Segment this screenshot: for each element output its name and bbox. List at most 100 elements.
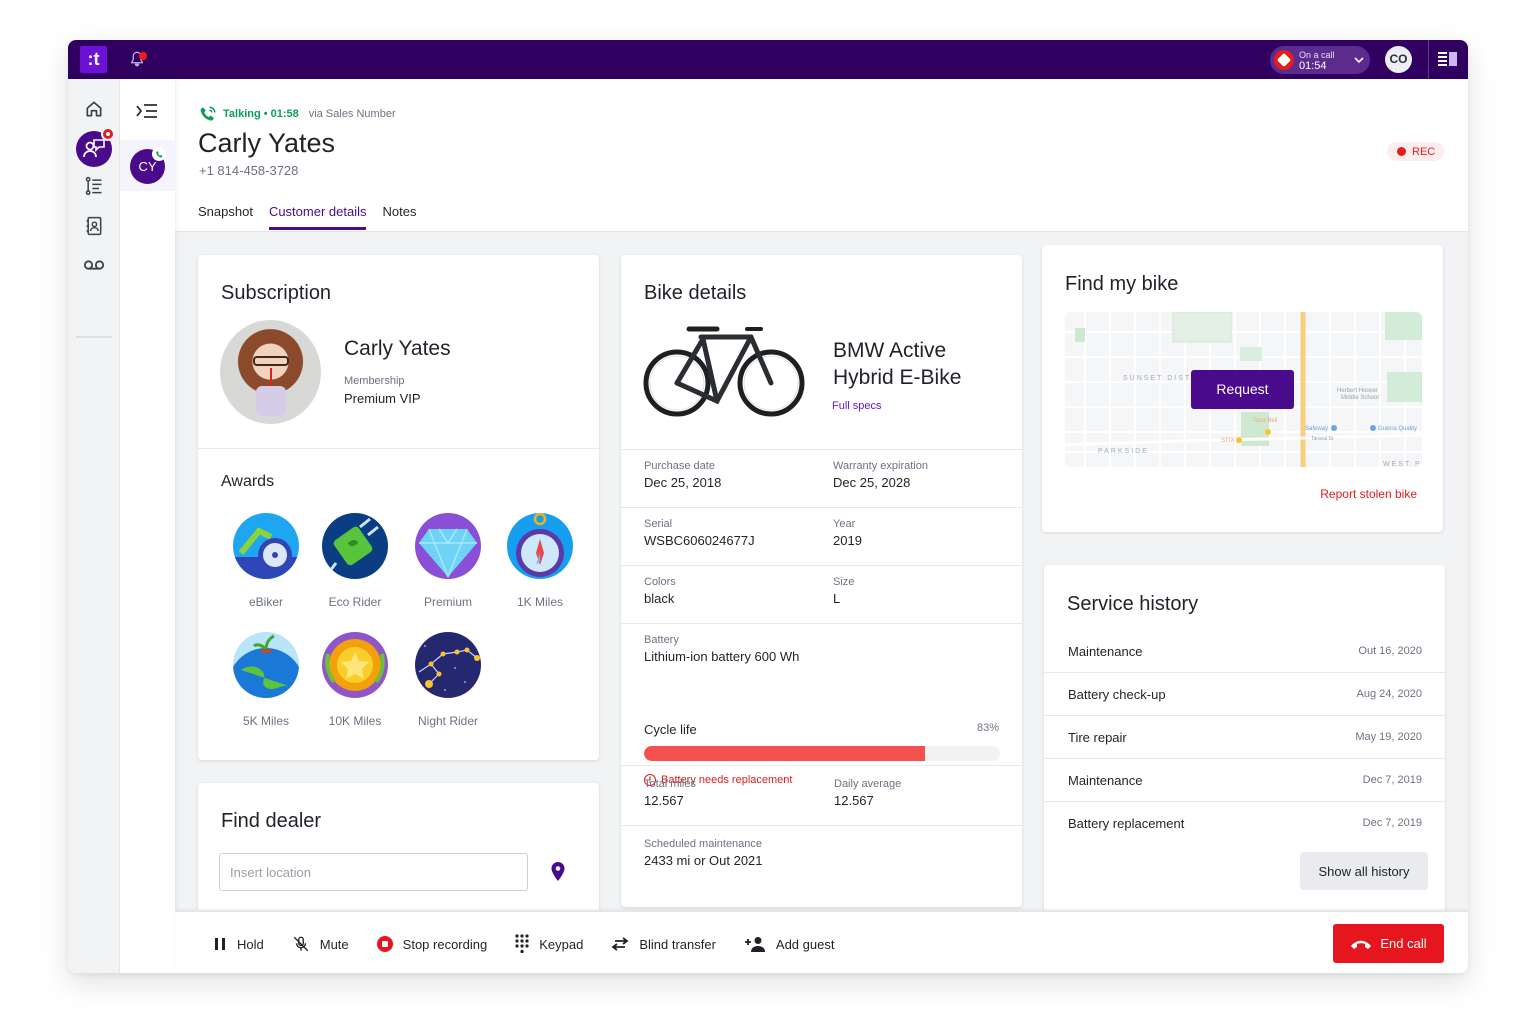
- collapse-menu-icon[interactable]: [136, 103, 158, 119]
- nav-home[interactable]: [82, 97, 106, 121]
- app-window: :t On a call 01:54 CO CY Talking • 01:58…: [68, 40, 1468, 973]
- keypad-label: Keypad: [539, 936, 584, 952]
- award-night-rider[interactable]: Night Rider: [403, 632, 493, 728]
- total-miles-field: Total miles 12.567: [644, 778, 696, 808]
- bike-model-name: BMW Active Hybrid E-Bike: [833, 339, 962, 389]
- phone-in-call-icon: [200, 106, 216, 121]
- location-input[interactable]: [219, 853, 528, 891]
- award-label: 1K Miles: [516, 595, 563, 609]
- request-location-button[interactable]: Request: [1191, 370, 1294, 409]
- service-name: Tire repair: [1068, 730, 1127, 745]
- bike-row-miles: Total miles 12.567 Daily average 12.567: [621, 765, 1022, 825]
- field-label: Battery: [644, 634, 679, 646]
- field-label: Total miles: [644, 778, 696, 790]
- service-history-title: Service history: [1067, 593, 1199, 615]
- show-all-history-button[interactable]: Show all history: [1300, 852, 1428, 890]
- tab-notes[interactable]: Notes: [382, 204, 416, 230]
- on-call-timer: 01:54: [1299, 60, 1327, 72]
- app-logo[interactable]: :t: [80, 46, 107, 73]
- bike-location-map[interactable]: SUNSET DISTR PARKSIDE WEST P Herbert Hoo…: [1065, 312, 1422, 467]
- service-history-row[interactable]: Battery check-up Aug 24, 2020: [1044, 673, 1445, 716]
- service-name: Battery replacement: [1068, 816, 1185, 831]
- tab-bar: Snapshot Customer details Notes: [198, 204, 416, 230]
- field-label: Serial: [644, 518, 673, 530]
- field-value: black: [644, 591, 675, 606]
- svg-text:PARKSIDE: PARKSIDE: [1098, 448, 1149, 455]
- award-label: 5K Miles: [242, 714, 289, 728]
- home-icon: [86, 101, 102, 117]
- subscription-card: Subscription Carly Yates Membership Prem…: [198, 255, 599, 760]
- blind-transfer-button[interactable]: Blind transfer: [611, 934, 716, 954]
- report-stolen-bike-link[interactable]: Report stolen bike: [1320, 487, 1417, 501]
- award-1k-miles[interactable]: 1K Miles: [495, 513, 585, 609]
- end-call-button[interactable]: End call: [1333, 924, 1444, 963]
- service-name: Maintenance: [1068, 644, 1143, 659]
- award-10k-miles[interactable]: 10K Miles: [310, 632, 400, 728]
- subscription-title: Subscription: [221, 282, 332, 304]
- service-date: Dec 7, 2019: [1362, 774, 1422, 786]
- hang-up-icon: [1351, 940, 1372, 949]
- hold-label: Hold: [237, 936, 264, 952]
- service-history-row[interactable]: Tire repair May 19, 2020: [1044, 716, 1445, 759]
- nav-queue[interactable]: [82, 174, 106, 198]
- side-panel-icon[interactable]: [1438, 51, 1458, 67]
- location-pin-icon[interactable]: [550, 861, 566, 883]
- nav-voicemail[interactable]: [82, 253, 106, 277]
- call-status-icon: [1274, 50, 1294, 70]
- photo-detail: [253, 356, 289, 366]
- divider: [198, 448, 599, 449]
- svg-text:Herbert Hoover: Herbert Hoover: [1337, 388, 1378, 394]
- stop-recording-label: Stop recording: [402, 936, 488, 952]
- find-dealer-title: Find dealer: [221, 810, 322, 832]
- diamond-badge-icon: [415, 513, 481, 579]
- recording-label: REC: [1412, 145, 1436, 158]
- field-label: Daily average: [834, 778, 902, 790]
- purchase-date-field: Purchase date Dec 25, 2018: [644, 460, 721, 490]
- bike-row-serial: Serial WSBC606024677J Year 2019: [621, 507, 1022, 565]
- find-my-bike-card: Find my bike SUNSET DISTR PARKSIDE WEST …: [1042, 245, 1443, 532]
- keypad-button[interactable]: Keypad: [515, 934, 583, 954]
- tab-customer-details[interactable]: Customer details: [268, 204, 367, 230]
- tab-snapshot[interactable]: Snapshot: [198, 204, 253, 230]
- svg-text:Taco Bell: Taco Bell: [1253, 418, 1277, 424]
- user-avatar[interactable]: CO: [1385, 46, 1412, 73]
- active-call-badge: [152, 147, 166, 161]
- blind-transfer-label: Blind transfer: [639, 936, 716, 952]
- field-value: 12.567: [834, 793, 874, 808]
- field-value: Dec 25, 2018: [644, 475, 722, 490]
- nav-calls-badge: [101, 127, 115, 141]
- record-dot-icon: [1397, 147, 1406, 156]
- field-value: Lithium-ion battery 600 Wh: [644, 649, 800, 664]
- svg-text:Guerra Quality: Guerra Quality: [1378, 426, 1417, 432]
- service-history-row[interactable]: Battery replacement Dec 7, 2019: [1044, 802, 1445, 845]
- rail-divider: [76, 336, 112, 338]
- conversation-list: CY: [120, 79, 175, 973]
- award-eco-rider[interactable]: Eco Rider: [310, 513, 400, 609]
- top-bar: :t On a call 01:54 CO: [68, 40, 1468, 79]
- award-5k-miles[interactable]: 5K Miles: [221, 632, 311, 728]
- bike-image: [643, 326, 805, 417]
- call-status-row: Talking • 01:58 via Sales Number: [199, 105, 396, 123]
- mute-button[interactable]: Mute: [292, 934, 349, 954]
- award-label: Night Rider: [417, 714, 479, 728]
- svg-text:SUNSET DISTR: SUNSET DISTR: [1123, 375, 1198, 382]
- service-history-row[interactable]: Maintenance Dec 7, 2019: [1044, 759, 1445, 802]
- hold-button[interactable]: Hold: [213, 934, 264, 954]
- membership-value: Premium VIP: [344, 391, 421, 406]
- stop-recording-button[interactable]: Stop recording: [376, 934, 488, 954]
- call-controls-bar: Hold Mute Stop recording Keypad Blind tr…: [175, 910, 1468, 973]
- field-label: Purchase date: [644, 460, 715, 472]
- award-ebiker[interactable]: eBiker: [221, 513, 311, 609]
- nav-contacts[interactable]: [82, 214, 106, 238]
- service-history-row[interactable]: Maintenance Out 16, 2020: [1044, 630, 1445, 673]
- add-guest-button[interactable]: Add guest: [744, 934, 834, 954]
- left-nav-rail: [68, 79, 120, 973]
- daily-average-field: Daily average 12.567: [834, 778, 901, 808]
- compass-badge-icon: [507, 513, 573, 579]
- award-premium[interactable]: Premium: [403, 513, 493, 609]
- bike-row-maintenance: Scheduled maintenance 2433 mi or Out 202…: [621, 825, 1022, 907]
- service-date: Out 16, 2020: [1358, 645, 1422, 657]
- full-specs-link[interactable]: Full specs: [832, 400, 882, 412]
- cycle-life-progress: [644, 746, 1000, 761]
- on-call-indicator[interactable]: On a call 01:54: [1270, 46, 1370, 74]
